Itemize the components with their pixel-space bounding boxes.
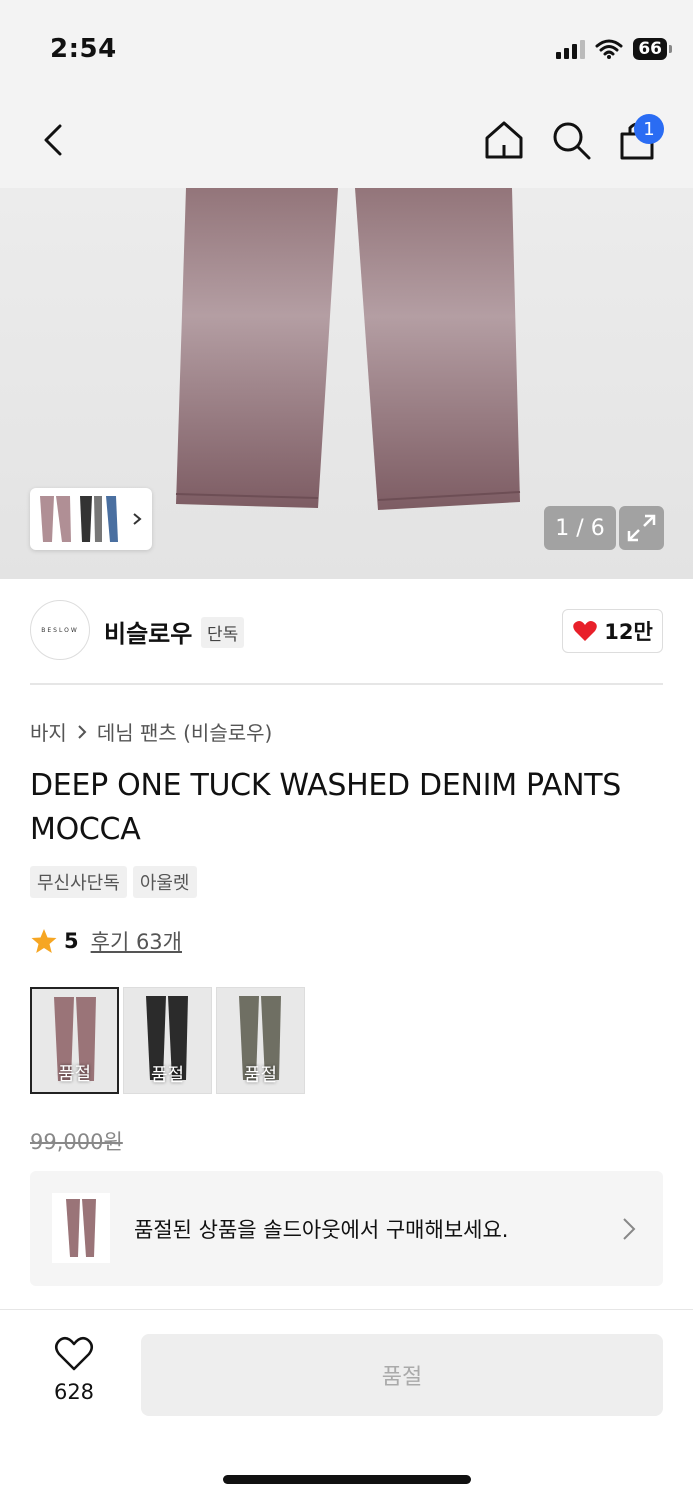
brand-row: BESLOW 비슬로우 단독 12만	[30, 600, 663, 662]
review-link[interactable]: 후기 63개	[91, 926, 182, 956]
banner-thumbnail	[52, 1193, 110, 1263]
product-image-gallery[interactable]: 1 / 6	[0, 188, 693, 579]
wifi-icon	[595, 39, 623, 59]
back-arrow-icon[interactable]	[34, 118, 74, 162]
soldout-banner[interactable]: 품절된 상품을 솔드아웃에서 구매해보세요.	[30, 1171, 663, 1286]
battery-level: 66	[633, 38, 672, 60]
home-icon[interactable]	[482, 118, 526, 162]
image-counter: 1 / 6	[544, 506, 616, 550]
swatch-black[interactable]: 품절	[123, 987, 212, 1094]
signal-icon	[556, 40, 586, 59]
swatch-khaki[interactable]: 품절	[216, 987, 305, 1094]
brand-exclusive-tag: 단독	[201, 617, 245, 648]
banner-product-image	[66, 1199, 96, 1257]
wishlist-button[interactable]: 628	[52, 1336, 96, 1404]
product-title-line: DEEP ONE TUCK WASHED DENIM PANTS	[30, 768, 622, 803]
home-indicator	[223, 1475, 471, 1484]
bottom-action-bar: 628 품절	[0, 1309, 693, 1500]
divider	[30, 683, 663, 685]
breadcrumb: 바지 데님 팬츠 (비슬로우)	[30, 717, 272, 746]
brand-like-count: 12만	[604, 620, 653, 644]
expand-button[interactable]	[619, 506, 664, 550]
color-swatches: 품절 품절 품절	[30, 987, 305, 1094]
status-bar: 2:54 66	[0, 0, 693, 96]
product-tags: 무신사단독 아울렛	[30, 866, 197, 898]
thumbnail-strip[interactable]	[30, 488, 152, 550]
heart-outline-icon	[55, 1336, 93, 1371]
heart-filled-icon	[573, 621, 597, 641]
status-time: 2:54	[50, 34, 117, 64]
brand-name[interactable]: 비슬로우	[104, 614, 192, 649]
expand-icon	[627, 514, 656, 542]
star-icon	[31, 929, 57, 953]
swatch-mocca[interactable]: 품절	[30, 987, 119, 1094]
brand-like-button[interactable]: 12만	[562, 609, 663, 653]
wishlist-count: 628	[53, 1380, 95, 1404]
rating-score: 5	[64, 929, 79, 953]
search-icon[interactable]	[549, 118, 593, 162]
product-title: DEEP ONE TUCK WASHED DENIM PANTS MOCCA	[30, 764, 670, 852]
product-title-line: MOCCA	[30, 812, 141, 847]
breadcrumb-item[interactable]: 데님 팬츠 (비슬로우)	[97, 717, 273, 746]
buy-button[interactable]: 품절	[141, 1334, 663, 1416]
swatch-soldout-label: 품절	[150, 1065, 185, 1086]
original-price: 99,000원	[30, 1130, 123, 1154]
breadcrumb-item[interactable]: 바지	[30, 717, 67, 746]
product-tag: 무신사단독	[30, 866, 127, 898]
navbar	[0, 96, 693, 188]
rating: 5 후기 63개	[30, 926, 182, 956]
swatch-soldout-label: 품절	[57, 1064, 92, 1085]
chevron-right-icon	[78, 724, 87, 739]
brand-logo[interactable]: BESLOW	[30, 600, 90, 660]
thumbnail-images	[40, 496, 142, 542]
status-icons: 66	[555, 38, 672, 60]
cart-count-badge: 1	[634, 114, 664, 144]
chevron-right-icon	[623, 1218, 636, 1240]
product-tag: 아울렛	[132, 866, 197, 898]
banner-text: 품절된 상품을 솔드아웃에서 구매해보세요.	[134, 1218, 509, 1242]
swatch-soldout-label: 품절	[243, 1065, 278, 1086]
